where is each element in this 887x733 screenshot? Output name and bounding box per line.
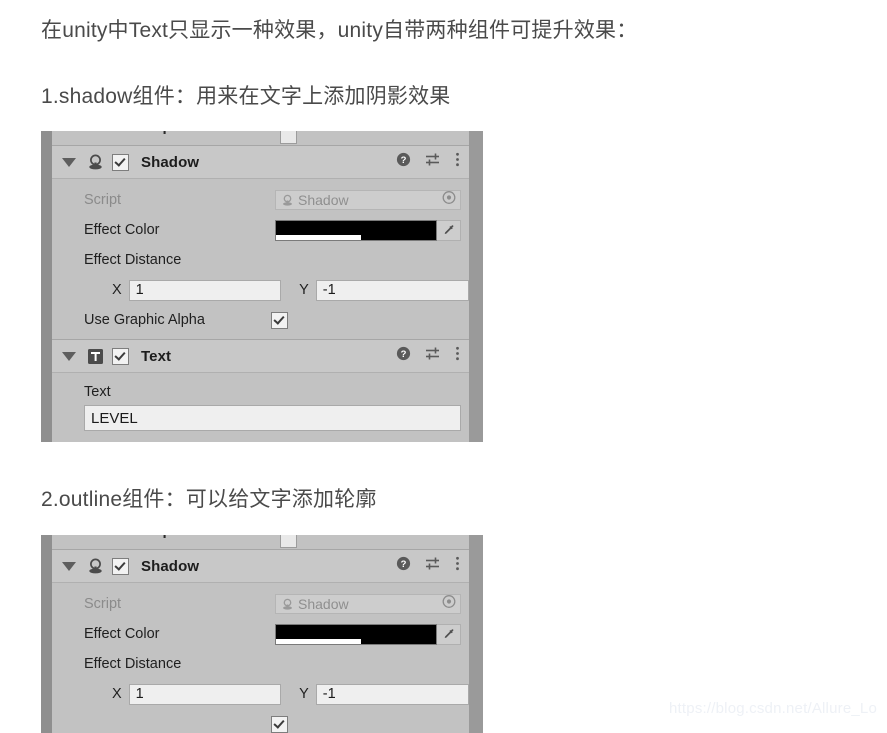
property-row-use-graphic-alpha: Use Graphic Alpha [52, 305, 469, 335]
inspector-left-edge-strip [41, 535, 52, 733]
script-label: Script [84, 192, 122, 208]
effect-distance-x-axis-label: X [112, 686, 122, 702]
effect-color-field[interactable] [275, 623, 461, 645]
svg-text:?: ? [401, 559, 407, 570]
unity-inspector-screenshot-2: Cull Transparent Mesh Shadow [41, 535, 483, 733]
effect-distance-y-input[interactable]: -1 [315, 683, 469, 705]
help-icon[interactable]: ? [396, 346, 411, 366]
component-header-tools: ? [396, 146, 460, 178]
shadow-enabled-checkbox[interactable] [112, 153, 129, 171]
text-component-title: Text [141, 347, 172, 365]
shadow-component-icon [86, 557, 104, 575]
property-row-effect-color: Effect Color [52, 619, 469, 649]
property-row-script: Script Shadow [52, 589, 469, 619]
property-row-use-graphic-alpha-clipped [52, 709, 469, 733]
script-value-text: Shadow [298, 192, 349, 208]
text-property-input[interactable]: LEVEL [84, 405, 461, 431]
effect-distance-y-axis-label: Y [299, 686, 309, 702]
effect-color-field[interactable] [275, 219, 461, 241]
use-graphic-alpha-label: Use Graphic Alpha [84, 312, 205, 328]
preset-icon[interactable] [425, 556, 441, 576]
effect-distance-label: Effect Distance [84, 252, 182, 268]
effect-distance-label: Effect Distance [84, 656, 182, 672]
effect-distance-x-axis-label: X [112, 282, 122, 298]
svg-text:?: ? [401, 349, 407, 360]
clipped-cull-transparent-mesh-row: Cull Transparent Mesh [52, 535, 469, 549]
unity-inspector-screenshot-1: Cull Transparent Mesh Shadow [41, 131, 483, 442]
article-page: 在unity中Text只显示一种效果，unity自带两种组件可提升效果： 1.s… [0, 0, 887, 733]
preset-icon[interactable] [425, 346, 441, 366]
foldout-triangle-icon[interactable] [62, 561, 76, 571]
kebab-menu-icon[interactable] [455, 152, 460, 172]
effect-color-alpha-bar [276, 638, 361, 644]
effect-color-label: Effect Color [84, 626, 160, 642]
effect-distance-x-input[interactable]: 1 [128, 279, 282, 301]
shadow-enabled-checkbox[interactable] [112, 557, 129, 575]
property-row-effect-distance: Effect Distance [52, 649, 469, 679]
preset-icon[interactable] [425, 152, 441, 172]
svg-text:?: ? [401, 155, 407, 166]
text-property-label: Text [84, 384, 111, 400]
help-icon[interactable]: ? [396, 152, 411, 172]
inspector-scrollbar[interactable] [469, 131, 483, 442]
shadow-component-title: Shadow [141, 557, 200, 575]
component-header-tools: ? [396, 340, 460, 372]
help-icon[interactable]: ? [396, 556, 411, 576]
script-object-field[interactable]: Shadow [275, 190, 461, 210]
script-asset-icon [281, 598, 294, 611]
effect-distance-y-input[interactable]: -1 [315, 279, 469, 301]
shadow-component-title: Shadow [141, 153, 200, 171]
eyedropper-icon[interactable] [437, 623, 461, 645]
cull-transparent-mesh-checkbox[interactable] [280, 535, 297, 548]
property-row-effect-distance: Effect Distance [52, 245, 469, 275]
use-graphic-alpha-checkbox[interactable] [271, 311, 288, 329]
effect-color-swatch[interactable] [275, 219, 437, 241]
foldout-triangle-icon[interactable] [62, 351, 76, 361]
kebab-menu-icon[interactable] [455, 346, 460, 366]
effect-distance-x-input[interactable]: 1 [128, 683, 282, 705]
foldout-triangle-icon[interactable] [62, 157, 76, 167]
object-picker-icon[interactable] [442, 191, 456, 210]
inspector-scrollbar[interactable] [469, 535, 483, 733]
effect-distance-vector-row: X 1 Y -1 [52, 275, 469, 305]
use-graphic-alpha-checkbox[interactable] [271, 715, 288, 733]
component-header-shadow[interactable]: Shadow ? [52, 145, 469, 179]
text-enabled-checkbox[interactable] [112, 347, 129, 365]
shadow-component-icon [86, 153, 104, 171]
inspector-body: Cull Transparent Mesh Shadow [52, 131, 469, 442]
eyedropper-icon[interactable] [437, 219, 461, 241]
inspector-left-edge-strip [41, 131, 52, 442]
effect-color-label: Effect Color [84, 222, 160, 238]
component-header-shadow[interactable]: Shadow ? [52, 549, 469, 583]
property-row-effect-color: Effect Color [52, 215, 469, 245]
effect-color-alpha-bar [276, 234, 361, 240]
component-header-tools: ? [396, 550, 460, 582]
cull-transparent-mesh-checkbox[interactable] [280, 131, 297, 144]
object-picker-icon[interactable] [442, 595, 456, 614]
cull-transparent-mesh-label: Cull Transparent Mesh [90, 535, 251, 539]
cull-transparent-mesh-label: Cull Transparent Mesh [90, 131, 251, 135]
script-value-text: Shadow [298, 596, 349, 612]
component-header-text[interactable]: Text ? [52, 339, 469, 373]
script-asset-icon [281, 194, 294, 207]
article-intro-paragraph: 在unity中Text只显示一种效果，unity自带两种组件可提升效果： [41, 19, 638, 42]
script-label: Script [84, 596, 122, 612]
effect-color-swatch[interactable] [275, 623, 437, 645]
inspector-body: Cull Transparent Mesh Shadow [52, 535, 469, 733]
section-heading-outline: 2.outline组件：可以给文字添加轮廓 [41, 488, 377, 511]
section-heading-shadow: 1.shadow组件：用来在文字上添加阴影效果 [41, 85, 451, 108]
effect-distance-vector-row: X 1 Y -1 [52, 679, 469, 709]
text-component-icon [86, 347, 104, 365]
blog-watermark: https://blog.csdn.net/Allure_Lo [669, 700, 877, 717]
kebab-menu-icon[interactable] [455, 556, 460, 576]
clipped-cull-transparent-mesh-row: Cull Transparent Mesh [52, 131, 469, 145]
property-row-script: Script Shadow [52, 185, 469, 215]
script-object-field[interactable]: Shadow [275, 594, 461, 614]
effect-distance-y-axis-label: Y [299, 282, 309, 298]
